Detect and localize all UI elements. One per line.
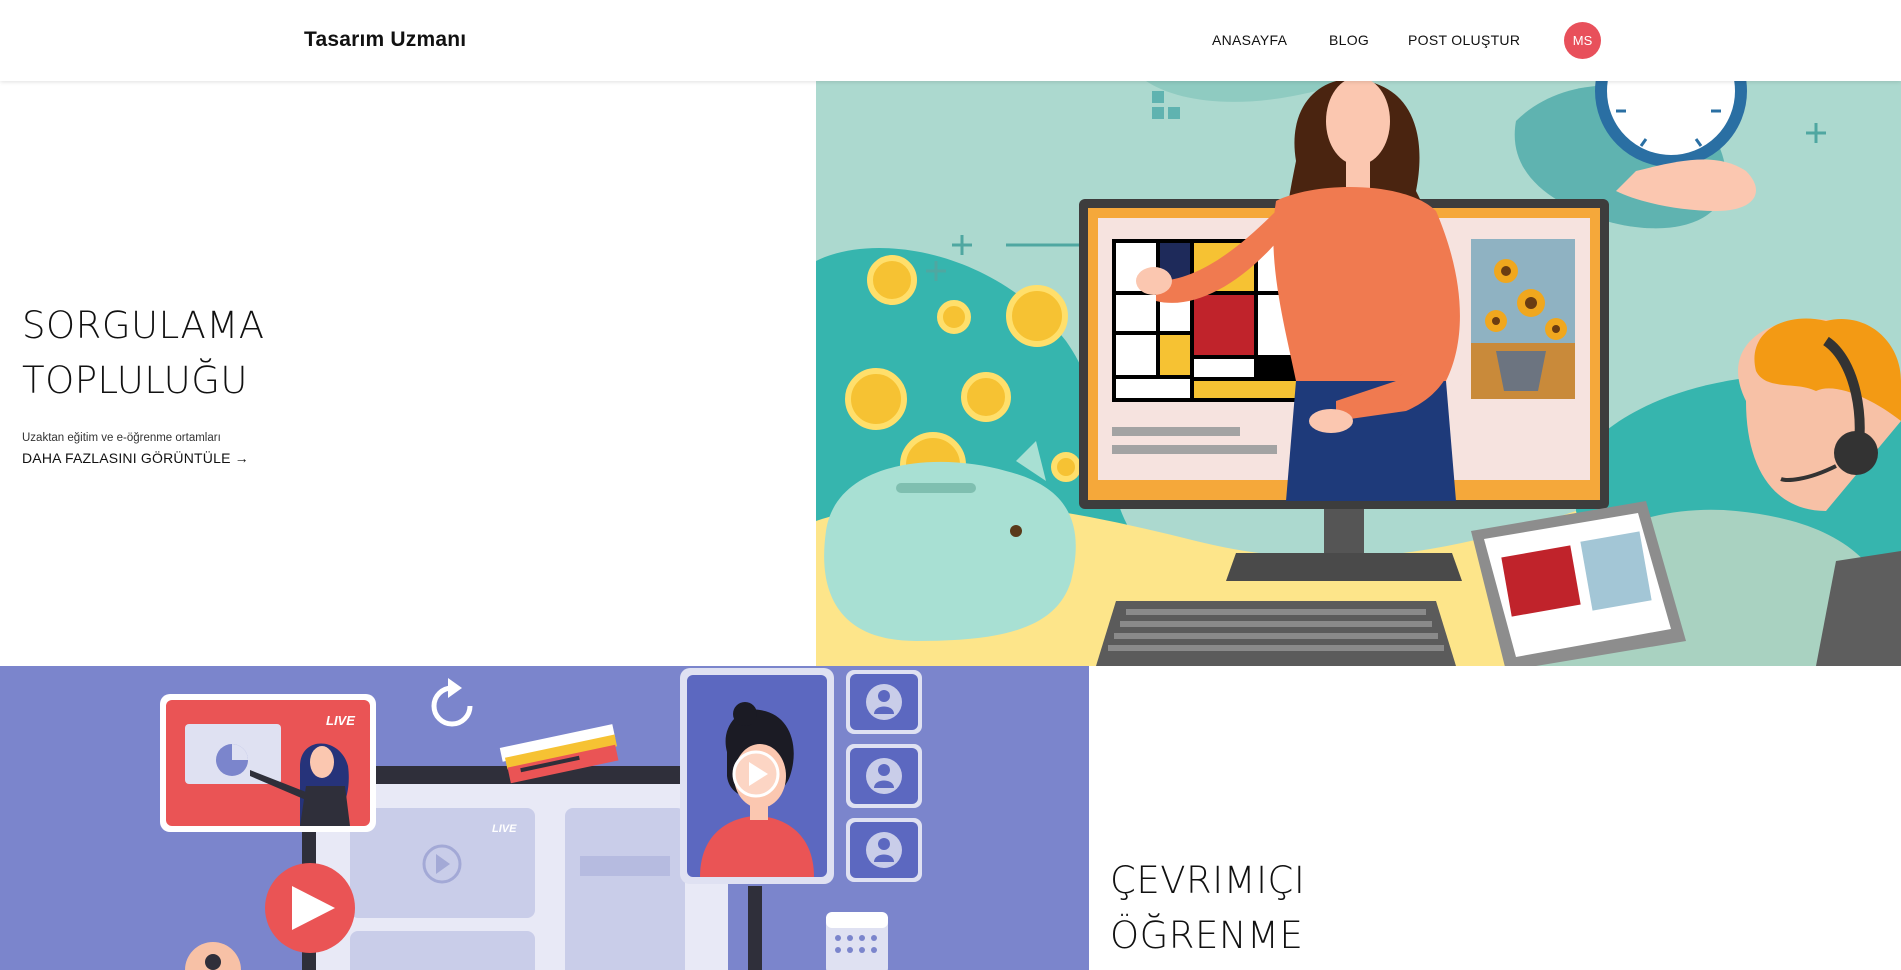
live-badge-small: LIVE bbox=[492, 823, 517, 835]
hero-title-line1: SORGULAMA bbox=[22, 304, 265, 347]
hero-section-online-learning: ÇEVRIMIÇI ÖĞRENME bbox=[1110, 853, 1810, 963]
view-more-label: DAHA FAZLASINI GÖRÜNTÜLE bbox=[22, 450, 231, 466]
arrow-right-icon: → bbox=[234, 450, 249, 466]
hero-subtitle: Uzaktan eğitim ve e-öğrenme ortamları bbox=[22, 432, 221, 444]
hero-illustration-online-learning: LIVE LIVE bbox=[0, 666, 1089, 970]
online-learning-illustration-svg: LIVE LIVE bbox=[0, 666, 1089, 970]
brand-logo[interactable]: Tasarım Uzmanı bbox=[304, 28, 466, 52]
teacher-illustration-svg bbox=[816, 81, 1901, 666]
nav-link-create-post[interactable]: POST OLUŞTUR bbox=[1408, 32, 1520, 48]
view-more-link[interactable]: DAHA FAZLASINI GÖRÜNTÜLE → bbox=[22, 450, 249, 466]
nav-link-blog[interactable]: BLOG bbox=[1329, 32, 1369, 48]
top-navbar: Tasarım Uzmanı ANASAYFA BLOG POST OLUŞTU… bbox=[0, 0, 1901, 81]
nav-link-home[interactable]: ANASAYFA bbox=[1212, 32, 1287, 48]
hero-illustration-online-teacher bbox=[816, 81, 1901, 666]
live-badge: LIVE bbox=[326, 713, 355, 728]
hero-section-inquiry: SORGULAMA TOPLULUĞU Uzaktan eğitim ve e-… bbox=[22, 298, 782, 468]
hero-title-line2: TOPLULUĞU bbox=[22, 359, 248, 402]
hero2-title-line1: ÇEVRIMIÇI bbox=[1110, 859, 1306, 902]
user-avatar[interactable]: MS bbox=[1564, 22, 1601, 59]
hero2-title-line2: ÖĞRENME bbox=[1110, 914, 1304, 957]
